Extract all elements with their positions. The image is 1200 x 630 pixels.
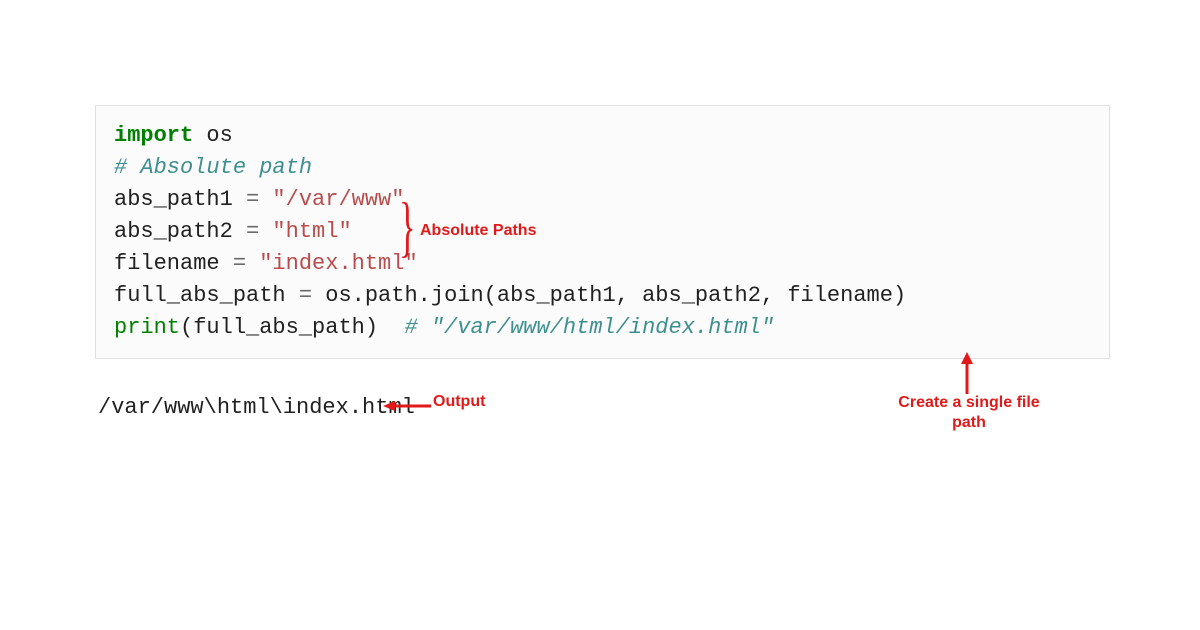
keyword-import: import [114, 123, 193, 148]
annotation-output: Output [433, 393, 485, 411]
output-text: /var/www\html\index.html [98, 395, 415, 420]
op-eq: = [246, 187, 259, 212]
arrow-up-icon [960, 352, 974, 394]
brace-icon: } [399, 192, 415, 260]
code-line-print: print(full_abs_path) # "/var/www/html/in… [114, 312, 1091, 344]
code-line-comment: # Absolute path [114, 152, 1091, 184]
module-os: os [193, 123, 233, 148]
print-args: (full_abs_path) [180, 315, 404, 340]
op-eq: = [299, 283, 312, 308]
code-line-abspath1: abs_path1 = "/var/www" [114, 184, 1091, 216]
comment-absolute-path: # Absolute path [114, 155, 312, 180]
arrow-left-icon [383, 399, 431, 411]
string-index: "index.html" [246, 251, 418, 276]
annotation-absolute-paths: Absolute Paths [420, 222, 536, 240]
var-abspath2: abs_path2 [114, 219, 246, 244]
keyword-print: print [114, 315, 180, 340]
code-line-filename: filename = "index.html" [114, 248, 1091, 280]
code-line-import: import os [114, 120, 1091, 152]
op-eq: = [246, 219, 259, 244]
var-abspath1: abs_path1 [114, 187, 246, 212]
expr-join: os.path.join(abs_path1, abs_path2, filen… [312, 283, 906, 308]
string-varwww: "/var/www" [259, 187, 404, 212]
code-line-fullpath: full_abs_path = os.path.join(abs_path1, … [114, 280, 1091, 312]
comment-output: # "/var/www/html/index.html" [404, 315, 774, 340]
var-filename: filename [114, 251, 233, 276]
annotation-single-file-path: Create a single file path [884, 393, 1054, 433]
op-eq: = [233, 251, 246, 276]
string-html: "html" [259, 219, 351, 244]
var-fullpath: full_abs_path [114, 283, 299, 308]
code-line-abspath2: abs_path2 = "html" [114, 216, 1091, 248]
code-block: import os # Absolute path abs_path1 = "/… [95, 105, 1110, 359]
